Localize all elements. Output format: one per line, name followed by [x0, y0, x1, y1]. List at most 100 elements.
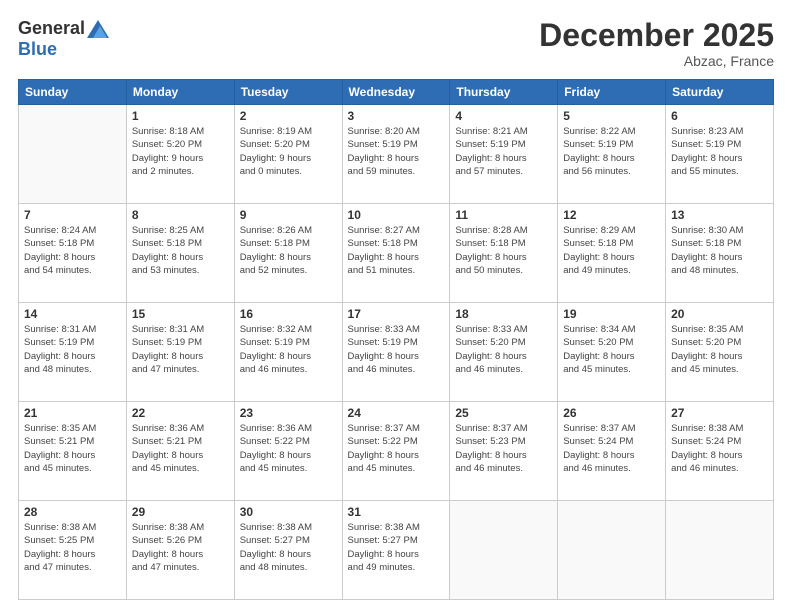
calendar-row: 7Sunrise: 8:24 AM Sunset: 5:18 PM Daylig…: [19, 204, 774, 303]
day-number: 9: [240, 208, 337, 222]
day-number: 6: [671, 109, 768, 123]
day-number: 23: [240, 406, 337, 420]
table-row: [666, 501, 774, 600]
day-number: 19: [563, 307, 660, 321]
table-row: [450, 501, 558, 600]
table-row: 11 Sunrise: 8:28 AM Sunset: 5:18 PM Dayli…: [450, 204, 558, 303]
table-row: 8 Sunrise: 8:25 AM Sunset: 5:18 PM Daylig…: [126, 204, 234, 303]
table-row: 25Sunrise: 8:37 AM Sunset: 5:23 PM Dayli…: [450, 402, 558, 501]
table-row: 30Sunrise: 8:38 AM Sunset: 5:27 PM Dayli…: [234, 501, 342, 600]
day-info: Sunrise: 8:19 AM Sunset: 5:20 PM Dayligh…: [240, 125, 337, 178]
day-number: 15: [132, 307, 229, 321]
col-tuesday: Tuesday: [234, 80, 342, 105]
table-row: 19 Sunrise: 8:34 AM Sunset: 5:20 PM Dayli…: [558, 303, 666, 402]
day-info: Sunrise: 8:38 AM Sunset: 5:27 PM Dayligh…: [240, 521, 337, 574]
day-number: 11: [455, 208, 552, 222]
table-row: 17Sunrise: 8:33 AM Sunset: 5:19 PM Dayli…: [342, 303, 450, 402]
day-info: Sunrise: 8:33 AM Sunset: 5:19 PM Dayligh…: [348, 323, 445, 376]
day-info: Sunrise: 8:35 AM Sunset: 5:20 PM Dayligh…: [671, 323, 768, 376]
day-info: Sunrise: 8:32 AM Sunset: 5:19 PM Dayligh…: [240, 323, 337, 376]
table-row: 23Sunrise: 8:36 AM Sunset: 5:22 PM Dayli…: [234, 402, 342, 501]
table-row: 20 Sunrise: 8:35 AM Sunset: 5:20 PM Dayli…: [666, 303, 774, 402]
calendar-row: 1 Sunrise: 8:18 AM Sunset: 5:20 PM Daylig…: [19, 105, 774, 204]
calendar-header-row: Sunday Monday Tuesday Wednesday Thursday…: [19, 80, 774, 105]
day-number: 10: [348, 208, 445, 222]
day-info: Sunrise: 8:31 AM Sunset: 5:19 PM Dayligh…: [24, 323, 121, 376]
table-row: 3Sunrise: 8:20 AM Sunset: 5:19 PM Daylig…: [342, 105, 450, 204]
day-number: 26: [563, 406, 660, 420]
table-row: 29 Sunrise: 8:38 AM Sunset: 5:26 PM Dayli…: [126, 501, 234, 600]
table-row: 15 Sunrise: 8:31 AM Sunset: 5:19 PM Dayli…: [126, 303, 234, 402]
calendar-row: 14 Sunrise: 8:31 AM Sunset: 5:19 PM Dayli…: [19, 303, 774, 402]
day-number: 25: [455, 406, 552, 420]
col-monday: Monday: [126, 80, 234, 105]
calendar-table: Sunday Monday Tuesday Wednesday Thursday…: [18, 79, 774, 600]
day-number: 18: [455, 307, 552, 321]
day-info: Sunrise: 8:24 AM Sunset: 5:18 PM Dayligh…: [24, 224, 121, 277]
day-info: Sunrise: 8:38 AM Sunset: 5:25 PM Dayligh…: [24, 521, 121, 574]
table-row: 28Sunrise: 8:38 AM Sunset: 5:25 PM Dayli…: [19, 501, 127, 600]
day-info: Sunrise: 8:23 AM Sunset: 5:19 PM Dayligh…: [671, 125, 768, 178]
table-row: 9Sunrise: 8:26 AM Sunset: 5:18 PM Daylig…: [234, 204, 342, 303]
day-number: 21: [24, 406, 121, 420]
table-row: 24 Sunrise: 8:37 AM Sunset: 5:22 PM Dayli…: [342, 402, 450, 501]
day-info: Sunrise: 8:21 AM Sunset: 5:19 PM Dayligh…: [455, 125, 552, 178]
day-number: 22: [132, 406, 229, 420]
day-number: 16: [240, 307, 337, 321]
table-row: 1 Sunrise: 8:18 AM Sunset: 5:20 PM Daylig…: [126, 105, 234, 204]
table-row: 5Sunrise: 8:22 AM Sunset: 5:19 PM Daylig…: [558, 105, 666, 204]
day-info: Sunrise: 8:37 AM Sunset: 5:22 PM Dayligh…: [348, 422, 445, 475]
logo-icon: [87, 20, 109, 38]
table-row: 16 Sunrise: 8:32 AM Sunset: 5:19 PM Dayli…: [234, 303, 342, 402]
table-row: [19, 105, 127, 204]
location-subtitle: Abzac, France: [539, 53, 774, 69]
header: General Blue December 2025 Abzac, France: [18, 18, 774, 69]
day-info: Sunrise: 8:38 AM Sunset: 5:26 PM Dayligh…: [132, 521, 229, 574]
table-row: 7Sunrise: 8:24 AM Sunset: 5:18 PM Daylig…: [19, 204, 127, 303]
day-number: 20: [671, 307, 768, 321]
day-info: Sunrise: 8:28 AM Sunset: 5:18 PM Dayligh…: [455, 224, 552, 277]
day-number: 8: [132, 208, 229, 222]
day-info: Sunrise: 8:22 AM Sunset: 5:19 PM Dayligh…: [563, 125, 660, 178]
col-saturday: Saturday: [666, 80, 774, 105]
day-number: 27: [671, 406, 768, 420]
day-info: Sunrise: 8:27 AM Sunset: 5:18 PM Dayligh…: [348, 224, 445, 277]
title-block: December 2025 Abzac, France: [539, 18, 774, 69]
table-row: 12 Sunrise: 8:29 AM Sunset: 5:18 PM Dayli…: [558, 204, 666, 303]
day-number: 2: [240, 109, 337, 123]
month-title: December 2025: [539, 18, 774, 53]
day-info: Sunrise: 8:29 AM Sunset: 5:18 PM Dayligh…: [563, 224, 660, 277]
table-row: 21Sunrise: 8:35 AM Sunset: 5:21 PM Dayli…: [19, 402, 127, 501]
day-info: Sunrise: 8:30 AM Sunset: 5:18 PM Dayligh…: [671, 224, 768, 277]
table-row: 6 Sunrise: 8:23 AM Sunset: 5:19 PM Daylig…: [666, 105, 774, 204]
day-info: Sunrise: 8:25 AM Sunset: 5:18 PM Dayligh…: [132, 224, 229, 277]
col-friday: Friday: [558, 80, 666, 105]
day-number: 13: [671, 208, 768, 222]
col-sunday: Sunday: [19, 80, 127, 105]
table-row: 13 Sunrise: 8:30 AM Sunset: 5:18 PM Dayli…: [666, 204, 774, 303]
table-row: 10 Sunrise: 8:27 AM Sunset: 5:18 PM Dayli…: [342, 204, 450, 303]
table-row: 18 Sunrise: 8:33 AM Sunset: 5:20 PM Dayli…: [450, 303, 558, 402]
day-info: Sunrise: 8:36 AM Sunset: 5:21 PM Dayligh…: [132, 422, 229, 475]
day-number: 24: [348, 406, 445, 420]
calendar-row: 21Sunrise: 8:35 AM Sunset: 5:21 PM Dayli…: [19, 402, 774, 501]
table-row: 31Sunrise: 8:38 AM Sunset: 5:27 PM Dayli…: [342, 501, 450, 600]
day-number: 14: [24, 307, 121, 321]
calendar-row: 28Sunrise: 8:38 AM Sunset: 5:25 PM Dayli…: [19, 501, 774, 600]
table-row: 4 Sunrise: 8:21 AM Sunset: 5:19 PM Daylig…: [450, 105, 558, 204]
day-info: Sunrise: 8:37 AM Sunset: 5:24 PM Dayligh…: [563, 422, 660, 475]
day-number: 29: [132, 505, 229, 519]
page: General Blue December 2025 Abzac, France…: [0, 0, 792, 612]
day-info: Sunrise: 8:20 AM Sunset: 5:19 PM Dayligh…: [348, 125, 445, 178]
day-number: 1: [132, 109, 229, 123]
col-wednesday: Wednesday: [342, 80, 450, 105]
day-info: Sunrise: 8:33 AM Sunset: 5:20 PM Dayligh…: [455, 323, 552, 376]
table-row: 14 Sunrise: 8:31 AM Sunset: 5:19 PM Dayli…: [19, 303, 127, 402]
col-thursday: Thursday: [450, 80, 558, 105]
day-info: Sunrise: 8:31 AM Sunset: 5:19 PM Dayligh…: [132, 323, 229, 376]
day-info: Sunrise: 8:18 AM Sunset: 5:20 PM Dayligh…: [132, 125, 229, 178]
logo: General Blue: [18, 18, 109, 60]
day-info: Sunrise: 8:34 AM Sunset: 5:20 PM Dayligh…: [563, 323, 660, 376]
day-number: 12: [563, 208, 660, 222]
day-number: 4: [455, 109, 552, 123]
